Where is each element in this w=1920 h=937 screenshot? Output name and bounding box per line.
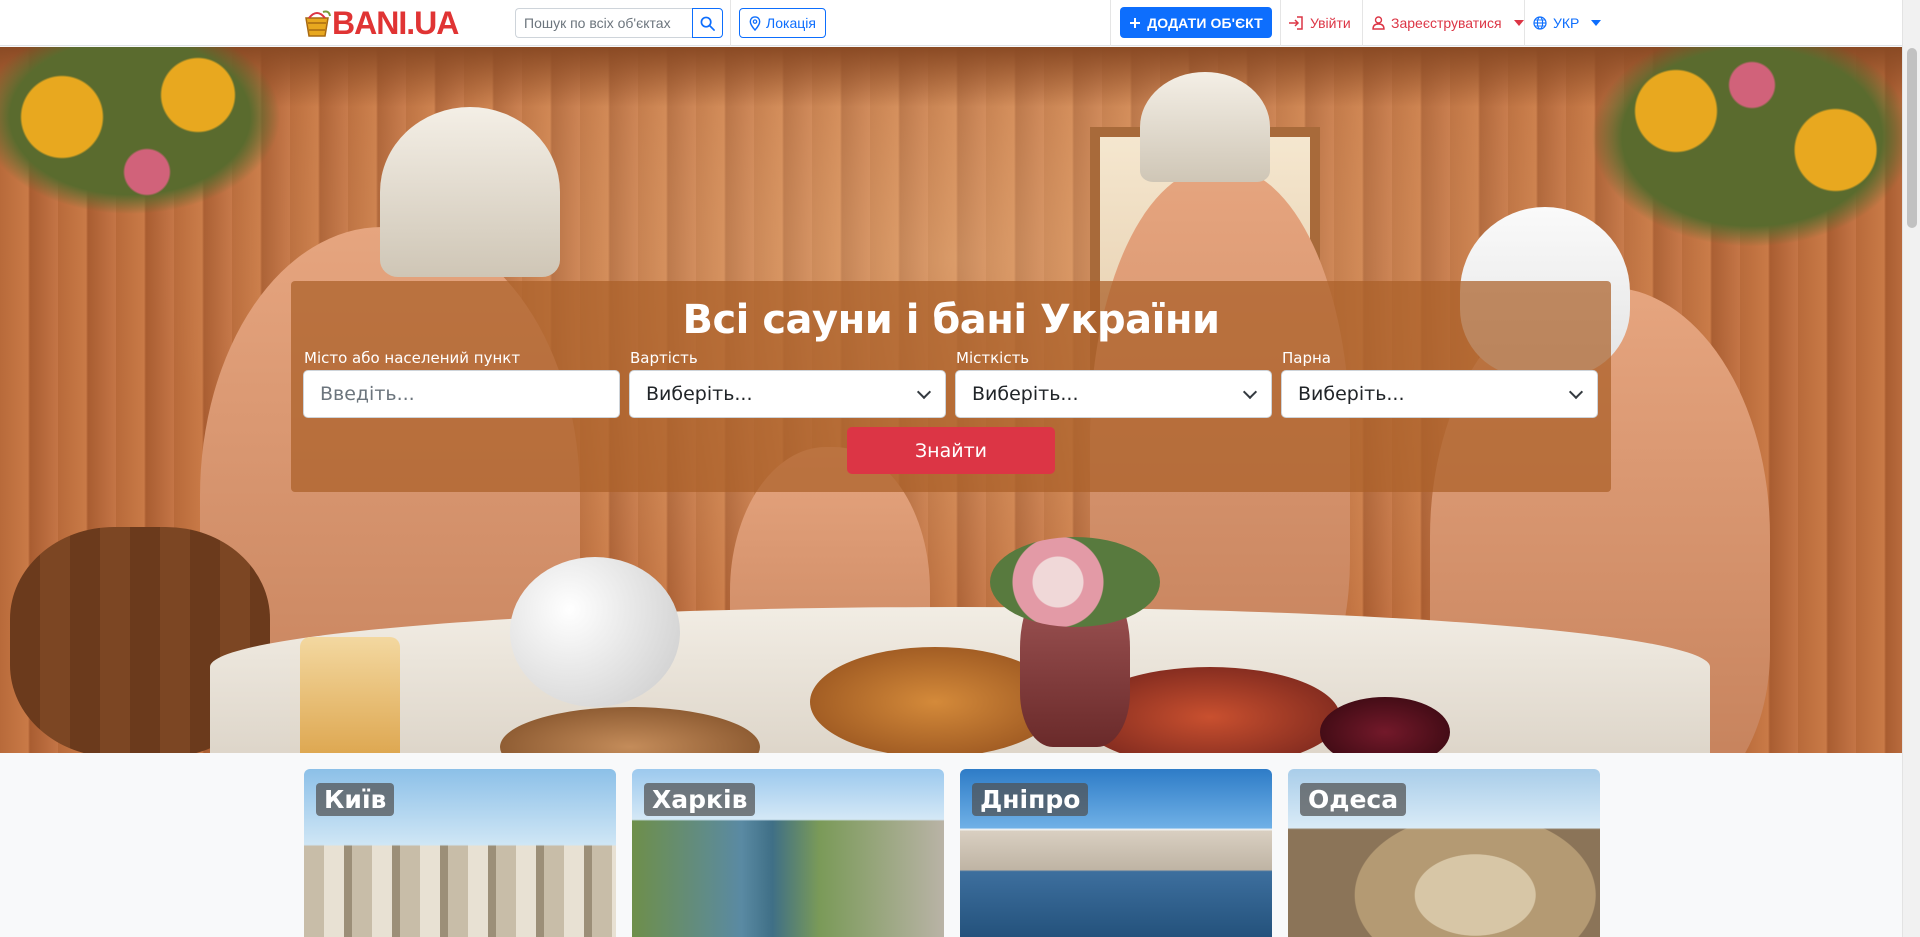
plus-icon bbox=[1130, 17, 1141, 28]
capacity-field-label: Місткість bbox=[956, 349, 1030, 367]
price-select-value: Виберіть... bbox=[646, 383, 753, 405]
hero-title: Всі сауни і бані України bbox=[682, 297, 1220, 343]
city-name: Дніпро bbox=[972, 783, 1089, 816]
top-navbar: BANI.UA Локація ДОДАТИ ОБ'ЄКТ bbox=[0, 0, 1902, 46]
nav-divider bbox=[1362, 0, 1363, 46]
nav-divider bbox=[1280, 0, 1281, 46]
chevron-down-icon bbox=[916, 384, 932, 399]
location-button[interactable]: Локація bbox=[739, 8, 826, 38]
user-icon bbox=[1372, 16, 1385, 30]
login-link[interactable]: Увійти bbox=[1288, 8, 1351, 38]
search-panel: Всі сауни і бані України Місто або насел… bbox=[291, 281, 1611, 492]
city-card-kharkiv[interactable]: Харків bbox=[632, 769, 944, 937]
map-pin-icon bbox=[749, 15, 761, 31]
login-label: Увійти bbox=[1310, 15, 1351, 31]
beer-mug-image bbox=[300, 637, 400, 753]
globe-icon bbox=[1533, 16, 1547, 30]
header-search bbox=[515, 8, 723, 38]
search-icon bbox=[700, 16, 715, 31]
price-select[interactable]: Виберіть... bbox=[629, 370, 946, 418]
language-dropdown[interactable]: УКР bbox=[1533, 8, 1602, 38]
nav-divider bbox=[730, 0, 731, 46]
steam-room-select[interactable]: Виберіть... bbox=[1281, 370, 1598, 418]
city-input-placeholder: Введіть... bbox=[320, 383, 415, 405]
sunflowers-left-image bbox=[0, 47, 300, 227]
scrollbar-thumb[interactable] bbox=[1907, 48, 1917, 228]
city-input[interactable]: Введіть... bbox=[303, 370, 620, 418]
sauna-hat-image bbox=[380, 107, 560, 277]
city-name: Київ bbox=[316, 783, 395, 816]
teapot-image bbox=[510, 557, 680, 707]
capacity-select-value: Виберіть... bbox=[972, 383, 1079, 405]
search-button[interactable] bbox=[692, 8, 723, 38]
sunflowers-right-image bbox=[1562, 47, 1902, 267]
search-input[interactable] bbox=[515, 8, 692, 38]
city-name: Харків bbox=[644, 783, 756, 816]
chevron-down-icon bbox=[1568, 384, 1584, 399]
nav-divider bbox=[1524, 0, 1525, 46]
city-name: Одеса bbox=[1300, 783, 1407, 816]
nav-divider bbox=[1110, 0, 1111, 46]
site-logo[interactable]: BANI.UA bbox=[303, 4, 459, 42]
register-dropdown[interactable]: Зареєструватися bbox=[1372, 8, 1524, 38]
sign-in-icon bbox=[1289, 16, 1303, 30]
caret-down-icon bbox=[1513, 20, 1524, 26]
chevron-down-icon bbox=[1242, 384, 1258, 399]
location-label: Локація bbox=[766, 15, 816, 31]
price-field-label: Вартість bbox=[630, 349, 698, 367]
language-label: УКР bbox=[1553, 15, 1580, 31]
find-button[interactable]: Знайти bbox=[847, 427, 1055, 474]
add-object-label: ДОДАТИ ОБ'ЄКТ bbox=[1147, 14, 1263, 31]
city-card-odesa[interactable]: Одеса bbox=[1288, 769, 1600, 937]
caret-down-icon bbox=[1591, 20, 1602, 26]
logo-text: BANI.UA bbox=[332, 5, 459, 41]
city-card-dnipro[interactable]: Дніпро bbox=[960, 769, 1272, 937]
register-label: Зареєструватися bbox=[1391, 15, 1502, 31]
page-scrollbar[interactable] bbox=[1902, 0, 1920, 937]
hero-banner: Всі сауни і бані України Місто або насел… bbox=[0, 47, 1902, 753]
add-object-button[interactable]: ДОДАТИ ОБ'ЄКТ bbox=[1120, 7, 1272, 38]
sauna-bucket-icon bbox=[305, 10, 331, 37]
steam-room-select-value: Виберіть... bbox=[1298, 383, 1405, 405]
city-field-label: Місто або населений пункт bbox=[304, 349, 521, 367]
sauna-hat-image bbox=[1140, 72, 1270, 182]
capacity-select[interactable]: Виберіть... bbox=[955, 370, 1272, 418]
vase-flowers-image bbox=[990, 537, 1160, 627]
city-card-kyiv[interactable]: Київ bbox=[304, 769, 616, 937]
steam-room-field-label: Парна bbox=[1282, 349, 1331, 367]
